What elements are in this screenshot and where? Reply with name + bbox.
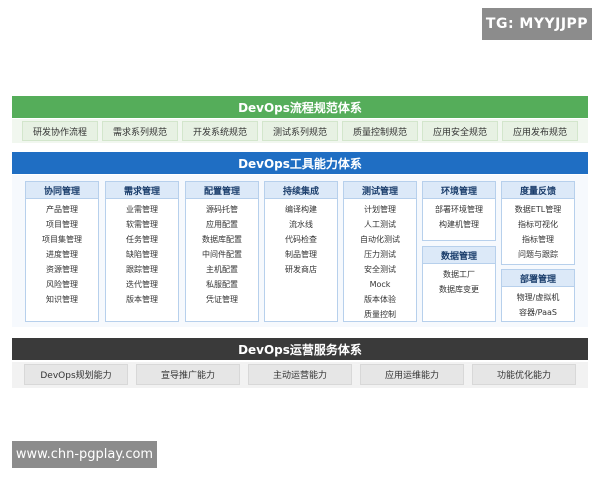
tools-title: DevOps工具能力体系	[12, 152, 588, 174]
tool-item: 产品管理	[46, 205, 78, 214]
tool-column-environment: 环境管理 部署环境管理 构建机管理	[422, 181, 496, 241]
tool-item: 人工测试	[364, 220, 396, 229]
tool-item: 代码检查	[285, 235, 317, 244]
tool-column-testing: 测试管理 计划管理 人工测试 自动化测试 压力测试 安全测试 Mock 版本体验…	[343, 181, 417, 322]
process-item: 应用安全规范	[422, 121, 498, 141]
tool-item: 应用配置	[206, 220, 238, 229]
tool-item: 资源管理	[46, 265, 78, 274]
tool-item: 研发商店	[285, 265, 317, 274]
tool-column-ci: 持续集成 编译构建 流水线 代码检查 制品管理 研发商店	[264, 181, 338, 322]
tool-item: 数据ETL管理	[514, 205, 562, 214]
tool-item: 跟踪管理	[126, 265, 158, 274]
process-item: 研发协作流程	[22, 121, 98, 141]
tool-item: 项目管理	[46, 220, 78, 229]
tools-panel: 协同管理 产品管理 项目管理 项目集管理 进度管理 资源管理 风险管理 知识管理…	[12, 175, 588, 327]
tool-column-requirements: 需求管理 业需管理 软需管理 任务管理 缺陷管理 跟踪管理 迭代管理 版本管理	[105, 181, 179, 322]
tool-item: 数据库变更	[439, 285, 479, 294]
tool-item: 容器/PaaS	[518, 308, 558, 317]
tool-item: 缺陷管理	[126, 250, 158, 259]
ops-item: 应用运维能力	[360, 364, 464, 385]
watermark-bottom: www.chn-pgplay.com	[12, 441, 157, 468]
tool-item: 压力测试	[364, 250, 396, 259]
tool-item: 知识管理	[46, 295, 78, 304]
ops-item: 功能优化能力	[472, 364, 576, 385]
tool-item: 主机配置	[206, 265, 238, 274]
ops-item: 宣导推广能力	[136, 364, 240, 385]
tool-item: 指标管理	[522, 235, 554, 244]
tool-item: 中间件配置	[202, 250, 242, 259]
tool-column-title: 度量反馈	[502, 182, 574, 199]
tool-item: 风险管理	[46, 280, 78, 289]
tool-column-data: 数据管理 数据工厂 数据库变更	[422, 246, 496, 322]
tool-column-metrics: 度量反馈 数据ETL管理 指标可视化 指标管理 问题与跟踪	[501, 181, 575, 265]
tool-column-title: 协同管理	[26, 182, 98, 199]
tool-item: 数据工厂	[443, 270, 475, 279]
tool-item: 版本管理	[126, 295, 158, 304]
process-item: 应用发布规范	[502, 121, 578, 141]
process-row: 研发协作流程 需求系列规范 开发系统规范 测试系列规范 质量控制规范 应用安全规…	[12, 119, 588, 143]
process-item: 开发系统规范	[182, 121, 258, 141]
process-item: 质量控制规范	[342, 121, 418, 141]
tool-item: 自动化测试	[360, 235, 400, 244]
tool-item: 数据库配置	[202, 235, 242, 244]
tool-item: 计划管理	[364, 205, 396, 214]
ops-title: DevOps运营服务体系	[12, 338, 588, 360]
tool-item: 私服配置	[206, 280, 238, 289]
tool-item: 编译构建	[285, 205, 317, 214]
watermark-top: TG: MYYJJPP	[482, 8, 592, 40]
tool-item: 源码托管	[206, 205, 238, 214]
tool-column-title: 配置管理	[186, 182, 258, 199]
tool-item: 部署环境管理	[435, 205, 483, 214]
process-item: 需求系列规范	[102, 121, 178, 141]
tool-item: 软需管理	[126, 220, 158, 229]
tool-column-deployment: 部署管理 物理/虚拟机 容器/PaaS	[501, 269, 575, 322]
tool-column-title: 持续集成	[265, 182, 337, 199]
tool-item: 进度管理	[46, 250, 78, 259]
tool-item: 指标可视化	[518, 220, 558, 229]
tool-column-title: 测试管理	[344, 182, 416, 199]
tool-item: 质量控制	[364, 310, 396, 319]
tool-item: 物理/虚拟机	[516, 293, 560, 302]
tool-column-title: 数据管理	[423, 247, 495, 264]
tool-item: Mock	[369, 280, 391, 289]
tool-column-collaboration: 协同管理 产品管理 项目管理 项目集管理 进度管理 资源管理 风险管理 知识管理	[25, 181, 99, 322]
tool-column-configuration: 配置管理 源码托管 应用配置 数据库配置 中间件配置 主机配置 私服配置 凭证管…	[185, 181, 259, 322]
ops-row: DevOps规划能力 宣导推广能力 主动运营能力 应用运维能力 功能优化能力	[12, 362, 588, 388]
tool-item: 安全测试	[364, 265, 396, 274]
tool-item: 版本体验	[364, 295, 396, 304]
process-title: DevOps流程规范体系	[12, 96, 588, 118]
tool-item: 制品管理	[285, 250, 317, 259]
tool-item: 凭证管理	[206, 295, 238, 304]
tool-item: 迭代管理	[126, 280, 158, 289]
tool-column-title: 需求管理	[106, 182, 178, 199]
tool-item: 任务管理	[126, 235, 158, 244]
tool-item: 构建机管理	[439, 220, 479, 229]
tool-item: 业需管理	[126, 205, 158, 214]
tool-column-title: 环境管理	[423, 182, 495, 199]
ops-item: 主动运营能力	[248, 364, 352, 385]
tool-item: 项目集管理	[42, 235, 82, 244]
tool-column-title: 部署管理	[502, 270, 574, 287]
tool-item: 流水线	[289, 220, 313, 229]
process-item: 测试系列规范	[262, 121, 338, 141]
ops-item: DevOps规划能力	[24, 364, 128, 385]
tool-item: 问题与跟踪	[518, 250, 558, 259]
